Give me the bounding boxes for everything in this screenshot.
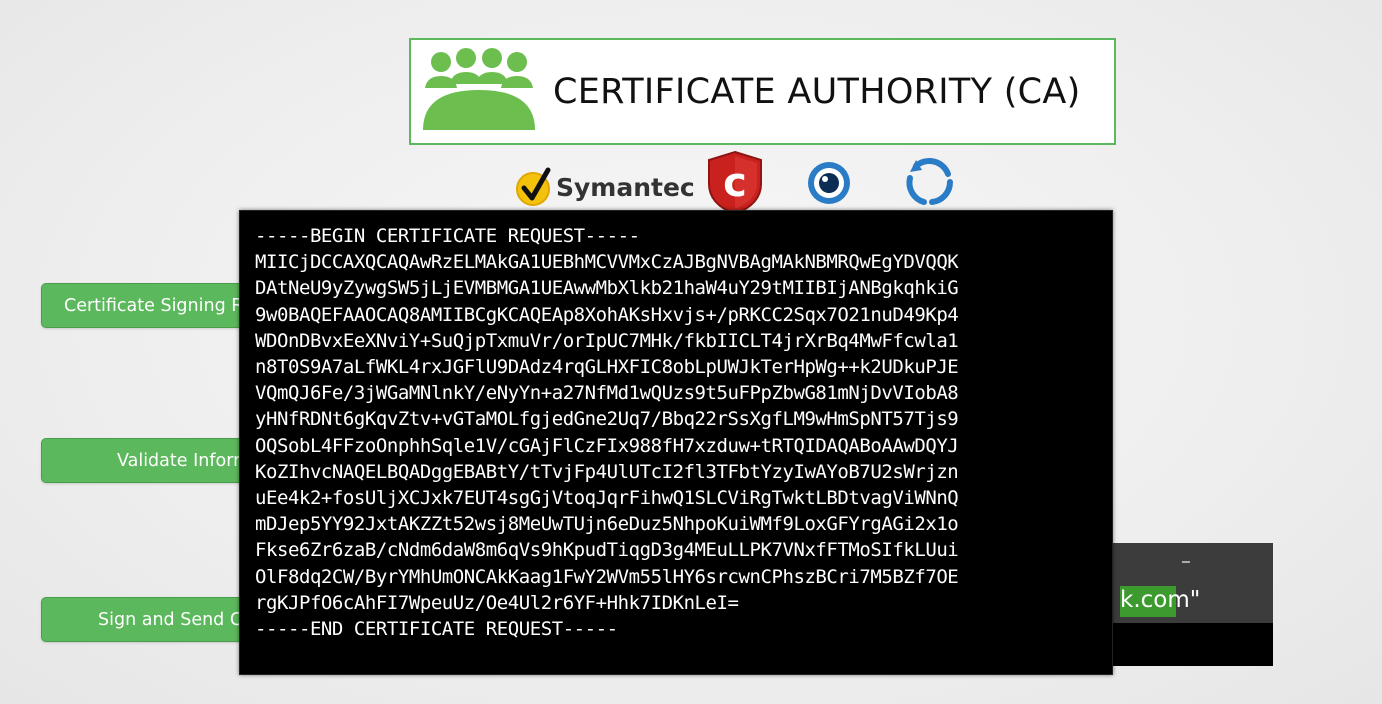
csr-line: yHNfRDNt6gKqvZtv+vGTaMOLfgjedGne2Uq7/Bbq… — [255, 408, 959, 431]
ca-title: CERTIFICATE AUTHORITY (CA) — [553, 72, 1081, 112]
comodo-shield-icon: c — [708, 150, 762, 216]
ring-logo-icon — [906, 157, 954, 205]
csr-line: OlF8dq2CW/ByrYMhUmONCAkKaag1FwY2WVm55lHY… — [255, 565, 959, 588]
csr-line: Fkse6Zr6zaB/cNdm6daW8m6qVs9hKpudTiqgD3g4… — [255, 539, 959, 562]
csr-line: 9w0BAQEFAAOCAQ8AMIIBCgKCAQEAp8XohAKsHxvj… — [255, 303, 959, 326]
domain-panel-mark — [1182, 561, 1190, 563]
csr-line: -----END CERTIFICATE REQUEST----- — [255, 618, 618, 641]
people-group-icon — [423, 48, 535, 130]
csr-line: VQmQJ6Fe/3jWGaMNlnkY/eNyYn+a27NfMd1wQUzs… — [255, 382, 959, 405]
csr-line: rgKJPfO6cAhFI7WpeuUz/Oe4Ul2r6YF+Hhk7IDKn… — [255, 591, 739, 614]
domain-text: k.com" — [1120, 587, 1201, 613]
csr-line: uEe4k2+fosUljXCJxk7EUT4sgGjVtoqJqrFihwQ1… — [255, 487, 959, 510]
csr-line: DAtNeU9yZywgSW5jLjEVMBMGA1UEAwwMbXlkb21h… — [255, 277, 959, 300]
csr-line: KoZIhvcNAQELBQADggEBABtY/tTvjFp4UlUTcI2f… — [255, 460, 959, 483]
csr-line: -----BEGIN CERTIFICATE REQUEST----- — [255, 225, 640, 247]
csr-line: n8T0S9A7aLfWKL4rxJGFlU9DAdz4rqGLHXFIC8ob… — [255, 356, 959, 379]
csr-line: MIICjDCCAXQCAQAwRzELMAkGA1UEBhMCVVMxCzAJ… — [255, 251, 959, 274]
symantec-wordmark: Symantec — [556, 172, 695, 202]
domain-panel: k.com" — [1090, 543, 1273, 666]
comodo-letter: c — [723, 160, 747, 206]
csr-line: WDOnDBvxEeXNviY+SuQjpTxmuVr/orIpUC7MHk/f… — [255, 329, 959, 352]
symantec-check-icon — [516, 167, 551, 206]
csr-line: OQSobL4FFzoOnphhSqle1V/cGAjFlCzFIx988fH7… — [255, 434, 959, 457]
csr-line: mDJep5YY92JxtAKZZt52wsj8MeUwTUjn6eDuz5Nh… — [255, 513, 959, 536]
symantec-logo: Symantec — [512, 165, 695, 209]
csr-terminal: -----BEGIN CERTIFICATE REQUEST----- MIIC… — [239, 210, 1113, 675]
ca-header-box: CERTIFICATE AUTHORITY (CA) — [409, 38, 1116, 145]
eye-logo-icon — [808, 162, 850, 204]
